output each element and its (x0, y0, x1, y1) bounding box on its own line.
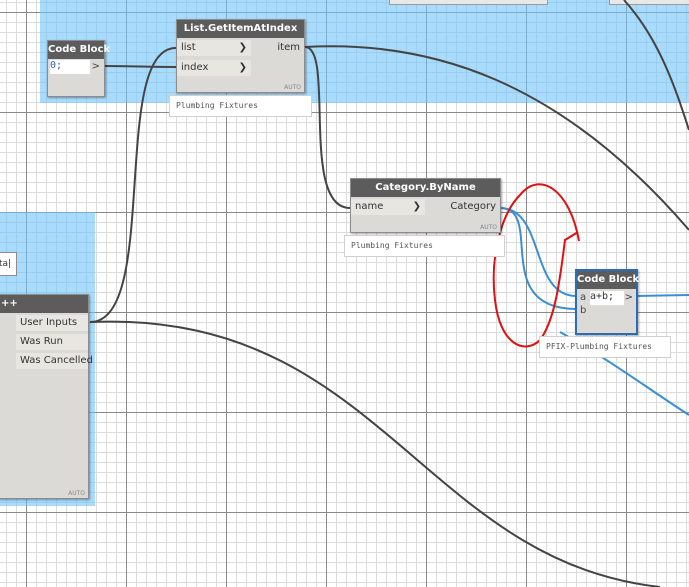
node-title: List.GetItemAtIndex (177, 20, 304, 38)
code-block-selected-node[interactable]: Code Block a b a+b; > (575, 269, 639, 335)
output-port[interactable]: > (92, 61, 100, 72)
dialog-node[interactable]: ++ User Inputs Was Run Was Cancelled AUT… (0, 294, 93, 499)
red-annotation-circle (492, 183, 580, 348)
input-port-list[interactable]: list ❯ (177, 40, 251, 56)
output-port-item[interactable]: item (264, 40, 304, 56)
wire-category-to-a[interactable] (499, 207, 577, 297)
code-text: 0; (50, 60, 63, 71)
lacing-indicator: AUTO (480, 224, 497, 231)
group-top[interactable] (40, 0, 689, 103)
node-title: ++ (0, 295, 88, 313)
preview-bubble[interactable]: PFIX-Plumbing Fixtures (539, 336, 671, 358)
list-getitematindex-node[interactable]: List.GetItemAtIndex list ❯ index ❯ item AU… (176, 19, 305, 93)
category-byname-node[interactable]: Category.ByName name ❯ Category AUTO (350, 178, 501, 233)
wire-userinputs-to-bottom[interactable] (89, 320, 661, 587)
input-port-b[interactable]: b (580, 305, 586, 316)
node-fragment-top-right[interactable] (609, 0, 689, 5)
input-fragment[interactable]: ta| (0, 252, 17, 276)
wire-codeblock-out[interactable] (635, 294, 689, 297)
output-port-category[interactable]: Category (440, 199, 500, 215)
node-title: Code Block (48, 41, 110, 59)
node-fragment-top-center[interactable] (389, 0, 548, 5)
wire-category-to-b[interactable] (499, 207, 577, 310)
chevron-right-icon: ❯ (238, 42, 247, 53)
output-port[interactable]: > (625, 292, 633, 303)
input-port-name[interactable]: name ❯ (351, 199, 425, 215)
node-title: Code Block (577, 271, 639, 289)
output-port-was-cancelled[interactable]: Was Cancelled (16, 353, 93, 369)
output-port-was-run[interactable]: Was Run (16, 334, 88, 350)
node-title: Category.ByName (351, 179, 500, 197)
lacing-indicator: AUTO (68, 490, 85, 497)
preview-bubble[interactable]: Plumbing Fixtures (169, 95, 312, 117)
output-port-user-inputs[interactable]: User Inputs (16, 315, 88, 331)
code-text: a+b; (590, 291, 615, 302)
code-input[interactable]: a+b; (590, 291, 624, 305)
chevron-right-icon: ❯ (238, 62, 247, 73)
lacing-indicator: AUTO (284, 84, 301, 91)
preview-bubble[interactable]: Plumbing Fixtures (344, 235, 505, 257)
input-port-index[interactable]: index ❯ (177, 60, 251, 76)
code-block-node[interactable]: Code Block 0; > (47, 40, 110, 97)
code-input[interactable]: 0; (50, 60, 90, 74)
input-port-a[interactable]: a (580, 292, 586, 303)
chevron-right-icon: ❯ (412, 201, 421, 212)
